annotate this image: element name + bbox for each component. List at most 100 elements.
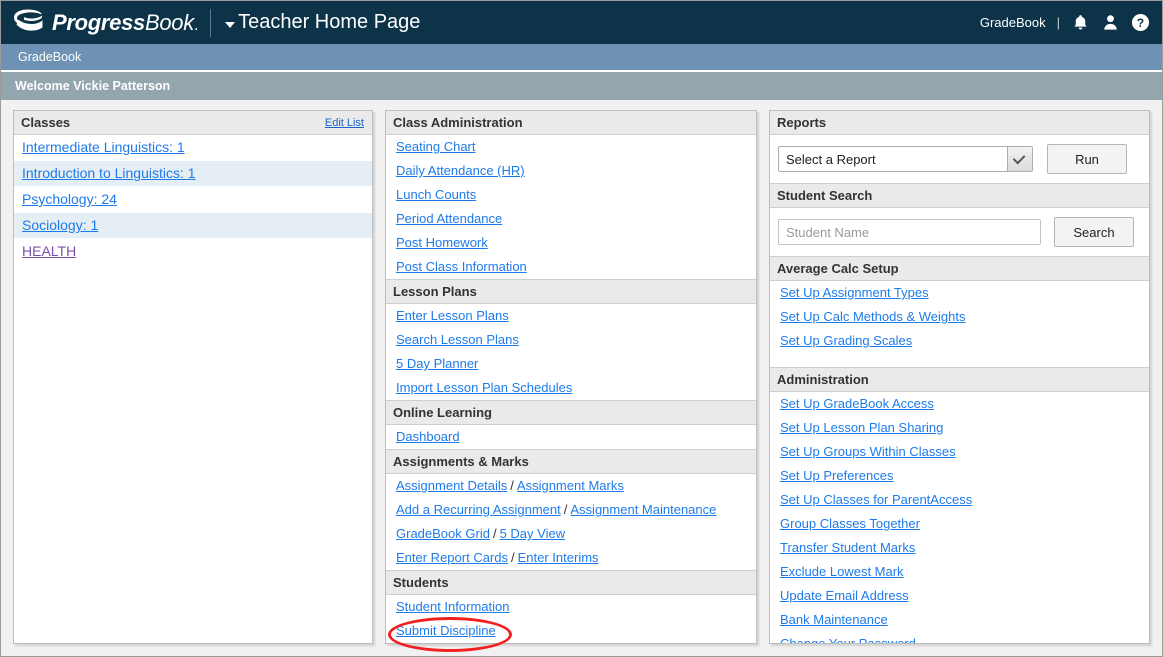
student-search-button[interactable]: Search xyxy=(1054,217,1134,247)
link-row: Submit Discipline xyxy=(386,619,756,643)
nav-link-update-email-address[interactable]: Update Email Address xyxy=(780,588,909,603)
edit-list-link[interactable]: Edit List xyxy=(325,117,364,129)
gradebook-nav-bar[interactable]: GradeBook xyxy=(1,44,1162,70)
brand-logo[interactable]: ProgressBook. xyxy=(11,8,198,38)
link-row: Seating Chart xyxy=(386,135,756,159)
nav-link-add-a-recurring-assignment[interactable]: Add a Recurring Assignment xyxy=(396,502,561,517)
link-row: Lunch Counts xyxy=(386,183,756,207)
nav-link-period-attendance[interactable]: Period Attendance xyxy=(396,211,502,226)
brand-dot: . xyxy=(193,16,199,34)
nav-link-post-homework[interactable]: Post Homework xyxy=(396,235,488,250)
link-row: Set Up Classes for ParentAccess xyxy=(770,488,1149,512)
nav-link-5-day-planner[interactable]: 5 Day Planner xyxy=(396,356,478,371)
section-header-label: Lesson Plans xyxy=(393,284,477,299)
nav-link-bank-maintenance[interactable]: Bank Maintenance xyxy=(780,612,888,627)
link-separator: / xyxy=(511,550,515,565)
link-row: Enter Lesson Plans xyxy=(386,304,756,328)
link-row: Set Up Preferences xyxy=(770,464,1149,488)
nav-link-enter-lesson-plans[interactable]: Enter Lesson Plans xyxy=(396,308,509,323)
nav-link-set-up-preferences[interactable]: Set Up Preferences xyxy=(780,468,893,483)
nav-link-set-up-gradebook-access[interactable]: Set Up GradeBook Access xyxy=(780,396,934,411)
nav-link-5-day-view[interactable]: 5 Day View xyxy=(500,526,566,541)
class-link[interactable]: Psychology: 24 xyxy=(22,191,117,207)
section-header: Class Administration xyxy=(386,111,756,135)
link-row: Post Class Information xyxy=(386,255,756,279)
nav-link-assignment-maintenance[interactable]: Assignment Maintenance xyxy=(570,502,716,517)
nav-link-set-up-assignment-types[interactable]: Set Up Assignment Types xyxy=(780,285,929,300)
nav-link-lunch-counts[interactable]: Lunch Counts xyxy=(396,187,476,202)
nav-link-gradebook-grid[interactable]: GradeBook Grid xyxy=(396,526,490,541)
nav-item-gradebook[interactable]: GradeBook xyxy=(18,50,81,64)
link-row: GradeBook Grid/5 Day View xyxy=(386,522,756,546)
nav-link-set-up-grading-scales[interactable]: Set Up Grading Scales xyxy=(780,333,912,348)
nav-link-set-up-lesson-plan-sharing[interactable]: Set Up Lesson Plan Sharing xyxy=(780,420,943,435)
chevron-down-icon[interactable] xyxy=(1007,147,1032,171)
average-calc-setup-links: Set Up Assignment Types Set Up Calc Metho… xyxy=(770,281,1149,353)
class-administration-sections: Class Administration Seating Chart Daily A… xyxy=(386,111,756,644)
nav-link-post-class-information[interactable]: Post Class Information xyxy=(396,259,527,274)
nav-link-dashboard[interactable]: Dashboard xyxy=(396,429,460,444)
classes-header-label: Classes xyxy=(21,115,71,130)
nav-link-set-up-groups-within-classes[interactable]: Set Up Groups Within Classes xyxy=(780,444,956,459)
section-header: Students xyxy=(386,570,756,595)
nav-link-enter-interims[interactable]: Enter Interims xyxy=(518,550,599,565)
nav-link-student-information[interactable]: Student Information xyxy=(396,599,509,614)
nav-link-enter-report-cards[interactable]: Enter Report Cards xyxy=(396,550,508,565)
link-row: Update Email Address xyxy=(770,584,1149,608)
link-row: Transfer Student Marks xyxy=(770,536,1149,560)
class-link[interactable]: Sociology: 1 xyxy=(22,217,98,233)
run-report-button[interactable]: Run xyxy=(1047,144,1127,174)
link-row: Set Up Lesson Plan Sharing xyxy=(770,416,1149,440)
panel-filler xyxy=(386,643,756,644)
nav-link-daily-attendance-hr[interactable]: Daily Attendance (HR) xyxy=(396,163,525,178)
section-header-label: Assignments & Marks xyxy=(393,454,529,469)
class-list-item[interactable]: Introduction to Linguistics: 1 xyxy=(14,161,372,187)
reports-panel: Reports Select a Report Run Student Sear… xyxy=(769,110,1150,644)
nav-link-import-lesson-plan-schedules[interactable]: Import Lesson Plan Schedules xyxy=(396,380,572,395)
link-row: 5 Day Planner xyxy=(386,352,756,376)
link-row: Assignment Details / Assignment Marks xyxy=(386,474,756,498)
link-row: Search Lesson Plans xyxy=(386,328,756,352)
page-title-menu[interactable]: Teacher Home Page xyxy=(225,11,420,34)
section-header: Assignments & Marks xyxy=(386,449,756,474)
help-icon[interactable]: ? xyxy=(1131,13,1150,32)
class-list-item[interactable]: Intermediate Linguistics: 1 xyxy=(14,135,372,161)
header-text-separator: | xyxy=(1056,15,1060,30)
nav-link-set-up-calc-methods-weights[interactable]: Set Up Calc Methods & Weights xyxy=(780,309,965,324)
nav-link-seating-chart[interactable]: Seating Chart xyxy=(396,139,476,154)
average-calc-setup-header-label: Average Calc Setup xyxy=(777,261,899,276)
class-list-item[interactable]: Psychology: 24 xyxy=(14,187,372,213)
class-link[interactable]: HEALTH xyxy=(22,243,76,259)
nav-link-transfer-student-marks[interactable]: Transfer Student Marks xyxy=(780,540,915,555)
link-row: Set Up Grading Scales xyxy=(770,329,1149,353)
student-name-input[interactable]: Student Name xyxy=(778,219,1041,245)
link-separator: / xyxy=(492,526,497,541)
brand-light: Book xyxy=(144,9,194,35)
nav-link-set-up-classes-for-parentaccess[interactable]: Set Up Classes for ParentAccess xyxy=(780,492,972,507)
class-link[interactable]: Intermediate Linguistics: 1 xyxy=(22,139,185,155)
link-row: Set Up GradeBook Access xyxy=(770,392,1149,416)
report-select[interactable]: Select a Report xyxy=(778,146,1033,172)
nav-link-exclude-lowest-mark[interactable]: Exclude Lowest Mark xyxy=(780,564,904,579)
bell-icon[interactable] xyxy=(1071,13,1090,32)
nav-link-search-lesson-plans[interactable]: Search Lesson Plans xyxy=(396,332,519,347)
class-list-item[interactable]: Sociology: 1 xyxy=(14,213,372,239)
section-header-label: Students xyxy=(393,575,449,590)
nav-link-assignment-marks[interactable]: Assignment Marks xyxy=(517,478,624,493)
header-right-controls: GradeBook | ? xyxy=(980,13,1150,32)
link-row: Post Homework xyxy=(386,231,756,255)
nav-link-submit-discipline[interactable]: Submit Discipline xyxy=(396,623,496,638)
class-list-item[interactable]: HEALTH xyxy=(14,239,372,265)
nav-link-assignment-details[interactable]: Assignment Details xyxy=(396,478,507,493)
class-link[interactable]: Introduction to Linguistics: 1 xyxy=(22,165,196,181)
section-header-label: Online Learning xyxy=(393,405,492,420)
reports-header: Reports xyxy=(770,111,1149,135)
nav-link-group-classes-together[interactable]: Group Classes Together xyxy=(780,516,920,531)
link-row: Daily Attendance (HR) xyxy=(386,159,756,183)
user-icon[interactable] xyxy=(1101,13,1120,32)
chevron-down-icon[interactable] xyxy=(225,21,236,28)
panel-spacer xyxy=(770,353,1149,367)
link-row: Exclude Lowest Mark xyxy=(770,560,1149,584)
nav-link-change-your-password[interactable]: Change Your Password xyxy=(780,636,916,643)
link-separator: / xyxy=(510,478,514,493)
